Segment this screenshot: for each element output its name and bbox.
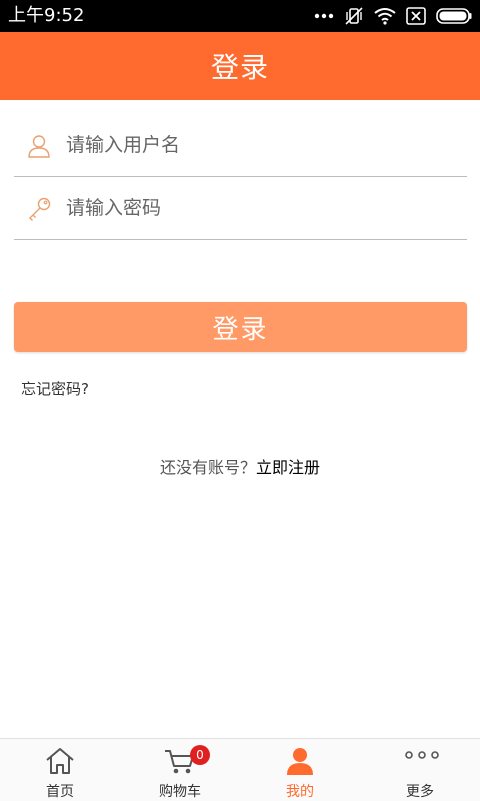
register-prompt: 还没有账号？立即注册 xyxy=(0,454,480,478)
nav-label-more: 更多 xyxy=(406,784,434,800)
register-link[interactable]: 立即注册 xyxy=(256,458,320,477)
nav-item-home[interactable]: 首页 xyxy=(0,739,120,801)
cart-icon: 0 xyxy=(164,745,210,775)
status-bar: 上午9:52 xyxy=(0,0,480,32)
header-bar: 登录 xyxy=(0,32,480,100)
more-dots-icon xyxy=(314,13,334,19)
password-input[interactable] xyxy=(66,193,456,223)
more-icon xyxy=(404,747,439,775)
user-icon xyxy=(26,133,52,159)
vibrate-off-icon xyxy=(344,6,364,26)
cart-badge: 0 xyxy=(190,745,210,765)
user-icon xyxy=(284,747,316,775)
nav-item-cart[interactable]: 0 购物车 xyxy=(120,739,240,801)
wifi-icon xyxy=(374,7,396,25)
login-button[interactable]: 登录 xyxy=(14,302,467,352)
username-input[interactable] xyxy=(66,130,456,160)
password-field xyxy=(14,177,467,240)
nav-label-mine: 我的 xyxy=(286,784,314,800)
key-icon xyxy=(26,196,52,222)
no-sim-icon xyxy=(406,7,426,25)
username-field xyxy=(14,114,467,177)
battery-icon xyxy=(436,8,472,24)
page-title: 登录 xyxy=(210,51,269,84)
register-prompt-text: 还没有账号？ xyxy=(159,458,256,477)
nav-label-cart: 购物车 xyxy=(159,784,201,800)
nav-item-more[interactable]: 更多 xyxy=(360,739,480,801)
forgot-password-link[interactable]: 忘记密码? xyxy=(21,378,89,399)
home-icon xyxy=(44,747,76,775)
status-time: 上午9:52 xyxy=(8,5,85,26)
bottom-nav: 首页 0 购物车 我的 更多 xyxy=(0,738,480,801)
nav-item-mine[interactable]: 我的 xyxy=(240,739,360,801)
nav-label-home: 首页 xyxy=(46,784,74,800)
status-icons xyxy=(314,6,472,26)
